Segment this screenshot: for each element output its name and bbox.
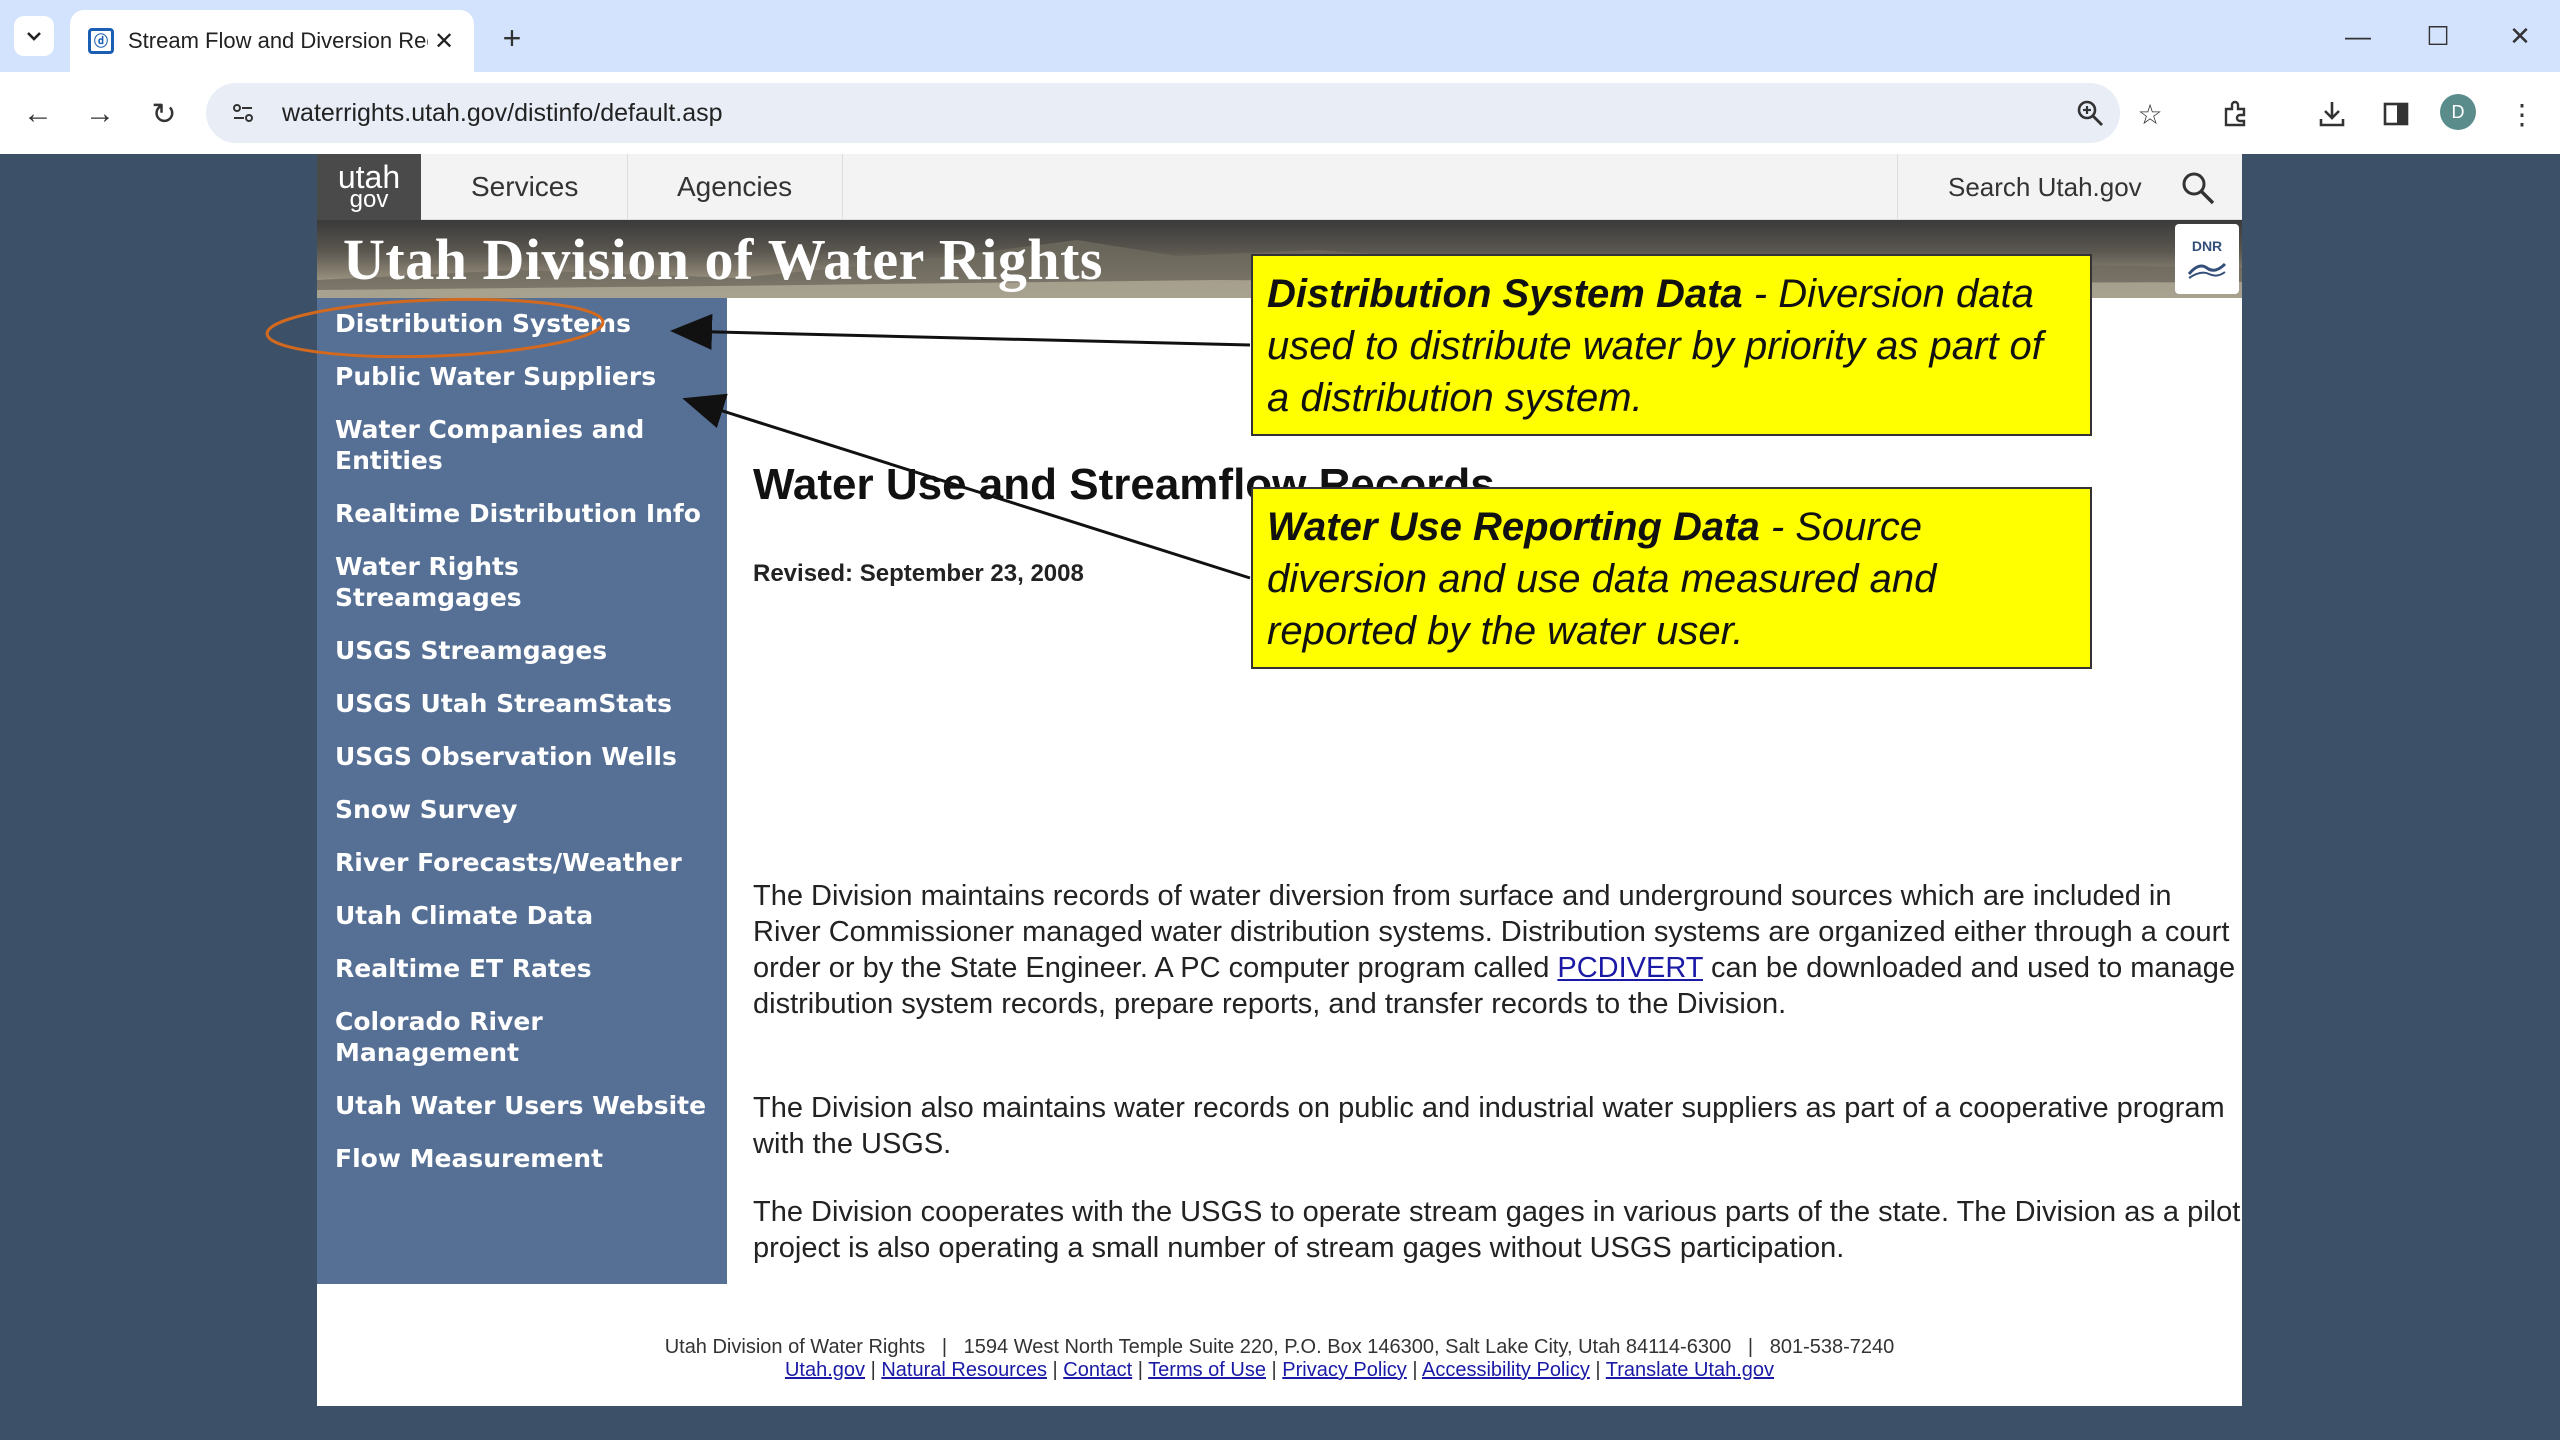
logo-text-bottom: gov [349,186,389,214]
sidebar-item-realtime-et-rates[interactable]: Realtime ET Rates [335,953,707,984]
dnr-logo[interactable]: DNR [2175,224,2239,294]
new-tab-button[interactable]: + [492,18,532,58]
services-link[interactable]: Services [471,154,578,220]
footer-links: Utah.gov | Natural Resources | Contact |… [317,1359,2242,1382]
footer-link-terms[interactable]: Terms of Use [1148,1359,1266,1381]
site-title[interactable]: Utah Division of Water Rights [343,226,1103,293]
tab-search-button[interactable] [14,16,54,56]
utah-gov-logo[interactable]: utah gov [317,154,421,220]
sidebar-nav: Distribution Systems Public Water Suppli… [317,298,727,1284]
nav-divider [627,154,628,220]
close-tab-icon[interactable]: ✕ [428,25,460,57]
tab-title: Stream Flow and Diversion Rec [128,28,428,53]
sidebar-item-usgs-streamgages[interactable]: USGS Streamgages [335,635,707,666]
callout-heading: Distribution System Data [1267,272,1743,316]
sidebar-item-colorado-river[interactable]: Colorado River Management [335,1006,707,1068]
footer-link-translate[interactable]: Translate Utah.gov [1606,1359,1774,1381]
pcdivert-link[interactable]: PCDIVERT [1557,952,1703,984]
sidebar-item-utah-climate-data[interactable]: Utah Climate Data [335,900,707,931]
sidebar-item-water-rights-streamgages[interactable]: Water Rights Streamgages [335,551,707,613]
profile-avatar[interactable]: D [2440,94,2476,130]
download-icon[interactable] [2310,92,2354,136]
footer-separator: | [865,1359,882,1381]
search-icon [2182,172,2215,205]
maximize-icon[interactable]: ☐ [2408,14,2468,58]
callout-water-use-reporting-data: Water Use Reporting Data - Source divers… [1251,487,2092,669]
footer-separator: | [1406,1359,1422,1381]
callout-heading: Water Use Reporting Data [1267,505,1760,549]
agencies-link[interactable]: Agencies [677,154,792,220]
sidebar-item-realtime-distribution[interactable]: Realtime Distribution Info [335,498,707,529]
paragraph-distribution: The Division maintains records of water … [753,878,2242,1022]
sidebar-item-public-water-suppliers[interactable]: Public Water Suppliers [335,361,707,392]
search-utah-button[interactable]: Search Utah.gov [1897,154,2242,220]
footer-separator: | [1265,1359,1283,1381]
footer-separator: | [1046,1359,1064,1381]
dnr-logo-text: DNR [2191,238,2223,254]
footer-link-accessibility[interactable]: Accessibility Policy [1422,1359,1590,1381]
back-arrow-icon[interactable]: ← [16,92,60,136]
forward-arrow-icon[interactable]: → [78,92,122,136]
active-tab[interactable]: ⓓ Stream Flow and Diversion Rec ✕ [70,10,474,72]
close-window-icon[interactable]: ✕ [2490,14,2550,58]
side-panel-icon[interactable] [2374,92,2418,136]
footer-separator: | [1589,1359,1606,1381]
page-favicon-icon: ⓓ [88,28,114,54]
footer-link-utah-gov[interactable]: Utah.gov [785,1359,865,1381]
paragraph-streamgages: The Division cooperates with the USGS to… [753,1196,2241,1264]
tab-strip: ⓓ Stream Flow and Diversion Rec ✕ + — ☐ … [0,0,2560,72]
sidebar-item-water-companies[interactable]: Water Companies and Entities [335,414,707,476]
sidebar-item-usgs-streamstats[interactable]: USGS Utah StreamStats [335,688,707,719]
footer-link-natural-resources[interactable]: Natural Resources [881,1359,1047,1381]
sidebar-item-snow-survey[interactable]: Snow Survey [335,794,707,825]
search-utah-label: Search Utah.gov [1948,171,2142,202]
kebab-menu-icon[interactable]: ⋮ [2500,92,2544,136]
site-info-icon[interactable] [226,96,260,130]
footer-address: Utah Division of Water Rights | 1594 Wes… [664,1336,1895,1358]
sidebar-item-flow-measurement[interactable]: Flow Measurement [335,1143,707,1174]
sidebar-item-distribution-systems[interactable]: Distribution Systems [335,308,707,339]
paragraph-suppliers: The Division also maintains water record… [753,1092,2225,1160]
reload-icon[interactable]: ↻ [142,92,186,136]
sidebar-item-usgs-observation-wells[interactable]: USGS Observation Wells [335,741,707,772]
url-text: waterrights.utah.gov/distinfo/default.as… [282,98,723,127]
utah-gov-nav: utah gov Services Agencies Search Utah.g… [317,154,2242,220]
dnr-emblem-icon [2187,262,2227,279]
zoom-icon[interactable] [2070,93,2110,133]
footer-link-privacy[interactable]: Privacy Policy [1282,1359,1406,1381]
footer-separator: | [1132,1359,1149,1381]
address-bar[interactable]: waterrights.utah.gov/distinfo/default.as… [206,83,2120,143]
chevron-down-icon [27,32,41,41]
minimize-icon[interactable]: — [2328,14,2388,58]
callout-distribution-system-data: Distribution System Data - Diversion dat… [1251,254,2092,436]
nav-divider [842,154,843,220]
browser-toolbar: ← → ↻ waterrights.utah.gov/distinfo/defa… [0,72,2560,154]
sidebar-item-river-forecasts[interactable]: River Forecasts/Weather [335,847,707,878]
puzzle-icon[interactable] [2214,92,2258,136]
star-icon[interactable]: ☆ [2128,92,2172,136]
site-footer: Utah Division of Water Rights | 1594 Wes… [317,1336,2242,1382]
footer-link-contact[interactable]: Contact [1063,1359,1132,1381]
sidebar-item-utah-water-users[interactable]: Utah Water Users Website [335,1090,707,1121]
revised-date: Revised: September 23, 2008 [753,560,1084,587]
